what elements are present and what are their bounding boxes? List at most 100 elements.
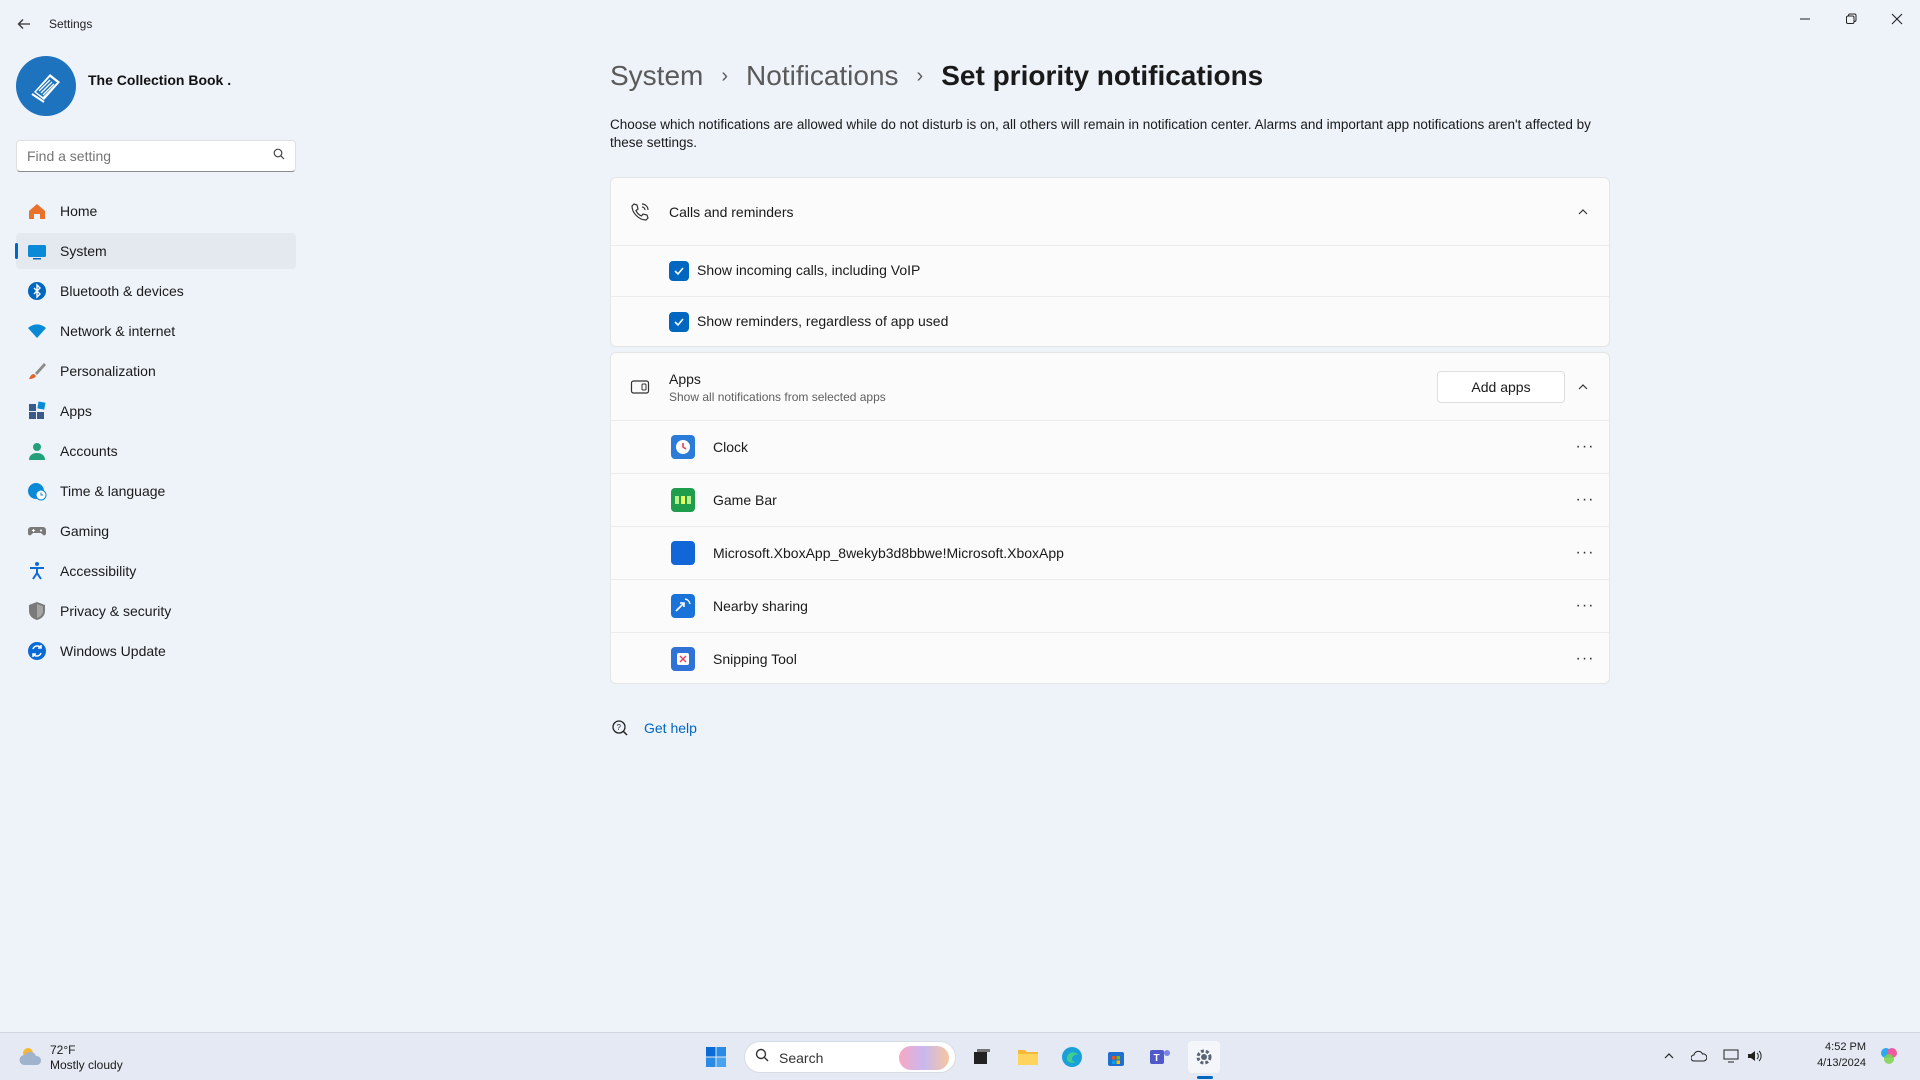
search-box[interactable]: [16, 140, 296, 172]
breadcrumb-system[interactable]: System: [610, 60, 703, 92]
more-options-icon[interactable]: ···: [1571, 645, 1599, 673]
incoming-calls-label[interactable]: Show incoming calls, including VoIP: [697, 262, 920, 278]
chevron-up-icon[interactable]: [1571, 200, 1595, 224]
sidebar-item-time-language[interactable]: Time & language: [16, 473, 296, 509]
game-bar-icon: [671, 488, 695, 512]
get-help[interactable]: ? Get help: [610, 716, 697, 740]
task-view-icon[interactable]: [966, 1041, 998, 1073]
taskbar-search[interactable]: Search: [744, 1041, 956, 1073]
profile-name[interactable]: The Collection Book .: [88, 72, 231, 88]
sidebar-item-apps[interactable]: Apps: [16, 393, 296, 429]
reminders-checkbox[interactable]: [669, 312, 689, 332]
close-icon[interactable]: [1874, 4, 1920, 34]
nearby-sharing-icon: [671, 594, 695, 618]
sidebar-item-gaming[interactable]: Gaming: [16, 513, 296, 549]
app-name: Nearby sharing: [713, 598, 808, 614]
system-icon: [26, 240, 48, 262]
file-explorer-icon[interactable]: [1012, 1041, 1044, 1073]
sidebar: The Collection Book . Home System Blueto…: [0, 46, 310, 1026]
app-row-game-bar: Game Bar ···: [611, 474, 1609, 527]
network-icon[interactable]: [1722, 1047, 1740, 1065]
clock-date[interactable]: 4/13/2024: [1817, 1057, 1866, 1069]
onedrive-icon[interactable]: [1690, 1047, 1708, 1065]
sidebar-item-label: Apps: [60, 403, 92, 419]
gamepad-icon: [26, 520, 48, 542]
clock-icon: [671, 435, 695, 459]
page-description: Choose which notifications are allowed w…: [610, 117, 1591, 150]
sidebar-item-home[interactable]: Home: [16, 193, 296, 229]
clock-time[interactable]: 4:52 PM: [1825, 1041, 1866, 1053]
sidebar-item-label: Accounts: [60, 443, 118, 459]
app-name: Game Bar: [713, 492, 777, 508]
apps-icon: [26, 400, 48, 422]
restore-icon[interactable]: [1828, 4, 1874, 34]
sidebar-item-windows-update[interactable]: Windows Update: [16, 633, 296, 669]
breadcrumb-notifications[interactable]: Notifications: [746, 60, 899, 92]
svg-text:T: T: [1154, 1053, 1160, 1064]
weather-temperature[interactable]: 72°F: [50, 1043, 75, 1057]
weather-cloudy-icon[interactable]: [18, 1045, 44, 1067]
sidebar-item-label: Gaming: [60, 523, 110, 539]
option-row-reminders: Show reminders, regardless of app used: [611, 297, 1609, 346]
accessibility-icon: [26, 560, 48, 582]
app-row-clock: Clock ···: [611, 421, 1609, 474]
brush-icon: [26, 360, 48, 382]
svg-text:?: ?: [617, 723, 622, 732]
sidebar-item-label: Personalization: [60, 363, 156, 379]
taskbar: 72°F Mostly cloudy Search T 4:52 PM 4/13…: [0, 1032, 1920, 1080]
sidebar-item-label: Bluetooth & devices: [60, 283, 184, 299]
apps-card: Apps Show all notifications from selecte…: [610, 352, 1610, 684]
sidebar-item-label: Network & internet: [60, 323, 176, 339]
chevron-right-icon: ›: [721, 64, 729, 87]
reminders-label[interactable]: Show reminders, regardless of app used: [697, 313, 948, 329]
microsoft-store-icon[interactable]: [1100, 1041, 1132, 1073]
start-windows-icon[interactable]: [700, 1041, 732, 1073]
settings-gear-icon[interactable]: [1188, 1041, 1220, 1073]
chevron-right-icon: ›: [916, 64, 924, 87]
more-options-icon[interactable]: ···: [1571, 539, 1599, 567]
volume-icon[interactable]: [1746, 1047, 1764, 1065]
apps-header[interactable]: Apps Show all notifications from selecte…: [611, 353, 1609, 421]
app-window-icon: [629, 376, 651, 398]
more-options-icon[interactable]: ···: [1571, 433, 1599, 461]
calls-reminders-header[interactable]: Calls and reminders: [611, 178, 1609, 246]
chevron-up-icon[interactable]: [1660, 1047, 1678, 1065]
sidebar-item-accessibility[interactable]: Accessibility: [16, 553, 296, 589]
sidebar-item-label: Accessibility: [60, 563, 137, 579]
app-name: Snipping Tool: [713, 651, 797, 667]
back-arrow-icon[interactable]: [12, 12, 36, 36]
avatar[interactable]: [16, 56, 76, 116]
more-options-icon[interactable]: ···: [1571, 486, 1599, 514]
calls-reminders-title: Calls and reminders: [669, 204, 794, 220]
add-apps-button[interactable]: Add apps: [1437, 371, 1565, 403]
shield-icon: [26, 600, 48, 622]
sidebar-item-system[interactable]: System: [15, 233, 296, 269]
apps-subtitle: Show all notifications from selected app…: [669, 390, 886, 404]
active-app-indicator: [1197, 1076, 1213, 1079]
teams-icon[interactable]: T: [1144, 1041, 1176, 1073]
taskbar-search-label: Search: [779, 1050, 824, 1066]
accounts-icon: [26, 440, 48, 462]
search-input[interactable]: [17, 141, 257, 171]
snipping-tool-icon: [671, 647, 695, 671]
minimize-icon[interactable]: [1782, 4, 1828, 34]
sidebar-item-privacy[interactable]: Privacy & security: [16, 593, 296, 629]
edge-browser-icon[interactable]: [1056, 1041, 1088, 1073]
sidebar-item-network[interactable]: Network & internet: [16, 313, 296, 349]
chevron-up-icon[interactable]: [1571, 375, 1595, 399]
weather-description[interactable]: Mostly cloudy: [50, 1058, 123, 1072]
get-help-link[interactable]: Get help: [644, 720, 697, 736]
sidebar-item-label: Time & language: [60, 483, 166, 499]
app-name: Clock: [713, 439, 749, 455]
sidebar-item-accounts[interactable]: Accounts: [16, 433, 296, 469]
sidebar-item-personalization[interactable]: Personalization: [16, 353, 296, 389]
page-title: Set priority notifications: [941, 60, 1264, 91]
sidebar-nav: Home System Bluetooth & devices Network …: [15, 193, 296, 673]
copilot-icon[interactable]: [1880, 1047, 1898, 1065]
search-icon[interactable]: [273, 148, 285, 163]
sidebar-item-label: Home: [60, 203, 98, 219]
app-name: Microsoft.XboxApp_8wekyb3d8bbwe!Microsof…: [713, 545, 1064, 561]
sidebar-item-bluetooth[interactable]: Bluetooth & devices: [16, 273, 296, 309]
incoming-calls-checkbox[interactable]: [669, 261, 689, 281]
more-options-icon[interactable]: ···: [1571, 592, 1599, 620]
